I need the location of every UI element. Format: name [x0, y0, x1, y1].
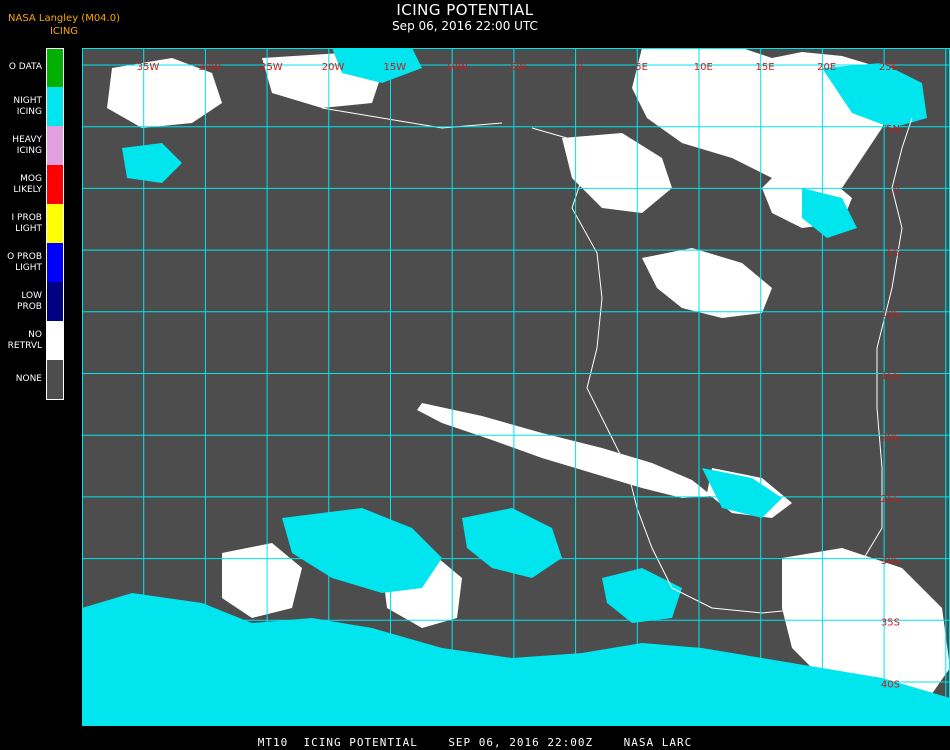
- longitude-label: 15E: [755, 62, 774, 73]
- source-line: NASA Langley (M04.0): [8, 13, 120, 24]
- latitude-label: 5N: [886, 124, 900, 135]
- legend-item: I PROB LIGHT: [0, 204, 66, 243]
- legend-label: MOG LIKELY: [13, 173, 42, 195]
- product-line: ICING: [49, 26, 79, 37]
- legend-swatch: [46, 48, 64, 87]
- legend-swatch: [46, 87, 64, 126]
- legend-swatch: [46, 126, 64, 165]
- legend-label: O PROB LIGHT: [7, 251, 42, 273]
- longitude-label: 20E: [817, 62, 836, 73]
- longitude-label: 10E: [694, 62, 713, 73]
- latitude-label: 25S: [881, 494, 900, 505]
- latitude-label: 35S: [881, 618, 900, 629]
- legend-swatch: [46, 243, 64, 282]
- longitude-label: 25W: [260, 62, 283, 73]
- longitude-label: 35W: [137, 62, 160, 73]
- product-source-header: NASA Langley (M04.0) ICING: [8, 12, 120, 38]
- color-legend: O DATA NIGHT ICING HEAVY ICING MOG LIKELY I PRO…: [0, 48, 66, 400]
- legend-label: LOW PROB: [17, 290, 42, 312]
- latitude-label: 30S: [881, 556, 900, 567]
- longitude-label: 5E: [635, 62, 648, 73]
- latitude-label: 20S: [881, 433, 900, 444]
- longitude-label: 5W: [510, 62, 526, 73]
- legend-swatch: [46, 165, 64, 204]
- latitude-label: 40S: [881, 679, 900, 690]
- legend-label: O DATA: [8, 62, 42, 72]
- title-text: ICING POTENTIAL: [396, 1, 534, 19]
- datetime-text: Sep 06, 2016 22:00 UTC: [392, 19, 538, 33]
- legend-label: NO RETRVL: [7, 329, 42, 351]
- longitude-label: 25E: [879, 62, 898, 73]
- longitude-label: 15W: [383, 62, 406, 73]
- legend-swatch: [46, 204, 64, 243]
- image-title: ICING POTENTIAL Sep 06, 2016 22:00 UTC: [315, 1, 615, 34]
- latitude-label: 0: [894, 186, 900, 197]
- legend-label: HEAVY ICING: [12, 134, 42, 156]
- legend-item: NO RETRVL: [0, 321, 66, 360]
- longitude-label: 30W: [198, 62, 221, 73]
- legend-swatch: [46, 282, 64, 321]
- legend-label: NONE: [15, 374, 42, 384]
- legend-item: NONE: [0, 360, 66, 399]
- longitude-label: 10W: [445, 62, 468, 73]
- latitude-label: 10S: [881, 309, 900, 320]
- footer-caption: MT10 ICING POTENTIAL SEP 06, 2016 22:00Z…: [257, 736, 693, 749]
- legend-label: NIGHT ICING: [13, 95, 42, 117]
- latitude-label: 15S: [881, 371, 900, 382]
- legend-item: MOG LIKELY: [0, 165, 66, 204]
- latitude-label: 5S: [887, 247, 900, 258]
- legend-item: O PROB LIGHT: [0, 243, 66, 282]
- icing-map: 35W 30W 25W 20W 15W 10W 5W 0 5E 10E 15E 20E 25E 5N 0 5…: [82, 48, 950, 726]
- legend-swatch: [46, 321, 64, 360]
- legend-swatch: [46, 360, 64, 399]
- legend-item: LOW PROB: [0, 282, 66, 321]
- longitude-label: 0: [577, 62, 583, 73]
- legend-label: I PROB LIGHT: [11, 212, 42, 234]
- legend-item: O DATA: [0, 48, 66, 87]
- legend-item: NIGHT ICING: [0, 87, 66, 126]
- longitude-label: 20W: [322, 62, 345, 73]
- legend-item: HEAVY ICING: [0, 126, 66, 165]
